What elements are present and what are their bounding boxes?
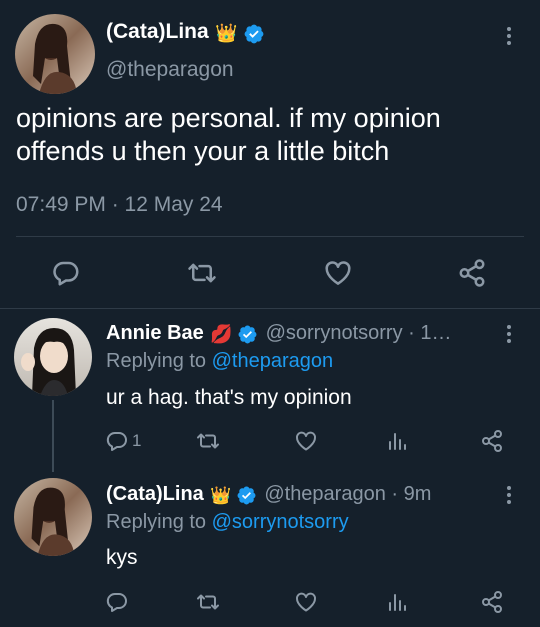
- reply-text: ur a hag. that's my opinion: [106, 386, 352, 409]
- reply-avatar[interactable]: [14, 478, 92, 556]
- replying-to-label: Replying to: [106, 350, 207, 372]
- views-bars-icon[interactable]: [385, 590, 409, 614]
- verified-badge-icon: [236, 485, 257, 506]
- author-name[interactable]: (Cata)Lina: [106, 20, 209, 43]
- section-divider: [0, 308, 540, 309]
- share-icon[interactable]: [480, 429, 504, 453]
- reply-icon[interactable]: [51, 258, 81, 288]
- share-icon[interactable]: [457, 258, 487, 288]
- lips-emoji: 💋: [210, 324, 233, 345]
- retweet-icon[interactable]: [196, 590, 220, 614]
- replying-to-handle[interactable]: @theparagon: [212, 350, 334, 372]
- crown-emoji: 👑: [215, 23, 238, 44]
- more-options-icon[interactable]: [505, 24, 513, 48]
- reply-icon[interactable]: [105, 590, 129, 614]
- reply-count: 1: [132, 431, 142, 450]
- crown-emoji: 👑: [210, 485, 232, 505]
- reply-author-name[interactable]: Annie Bae: [106, 322, 204, 344]
- views-bars-icon[interactable]: [385, 429, 409, 453]
- timestamp-divider: [16, 236, 524, 237]
- verified-badge-icon: [237, 324, 258, 345]
- more-options-icon[interactable]: [505, 483, 513, 507]
- heart-icon[interactable]: [294, 429, 318, 453]
- author-avatar[interactable]: [15, 14, 95, 94]
- reply-header: Annie Bae 💋 @sorrynotsorry · 1…: [106, 322, 451, 345]
- author-name-row: (Cata)Lina 👑: [106, 20, 265, 45]
- reply-author-name[interactable]: (Cata)Lina: [106, 483, 204, 505]
- reply-meta[interactable]: @sorrynotsorry · 1…: [266, 322, 452, 344]
- tweet-timestamp: 07:49 PM · 12 May 24: [16, 193, 223, 216]
- replying-to-line: Replying to @sorrynotsorry: [106, 511, 349, 534]
- verified-badge-icon: [243, 23, 265, 45]
- reply-avatar[interactable]: [14, 318, 92, 396]
- reply-text: kys: [106, 546, 138, 569]
- retweet-icon[interactable]: [187, 258, 217, 288]
- heart-icon[interactable]: [323, 258, 353, 288]
- tweet-text: opinions are personal. if my opinion off…: [16, 103, 441, 166]
- share-icon[interactable]: [480, 590, 504, 614]
- thread-line: [52, 400, 54, 472]
- more-options-icon[interactable]: [505, 322, 513, 346]
- replying-to-handle[interactable]: @sorrynotsorry: [212, 511, 349, 533]
- reply-header: (Cata)Lina 👑 @theparagon · 9m: [106, 483, 431, 506]
- replying-to-line: Replying to @theparagon: [106, 350, 333, 373]
- author-handle[interactable]: @theparagon: [106, 58, 234, 82]
- retweet-icon[interactable]: [196, 429, 220, 453]
- replying-to-label: Replying to: [106, 511, 207, 533]
- reply-icon[interactable]: 1: [105, 429, 141, 453]
- reply-meta[interactable]: @theparagon · 9m: [264, 483, 431, 505]
- heart-icon[interactable]: [294, 590, 318, 614]
